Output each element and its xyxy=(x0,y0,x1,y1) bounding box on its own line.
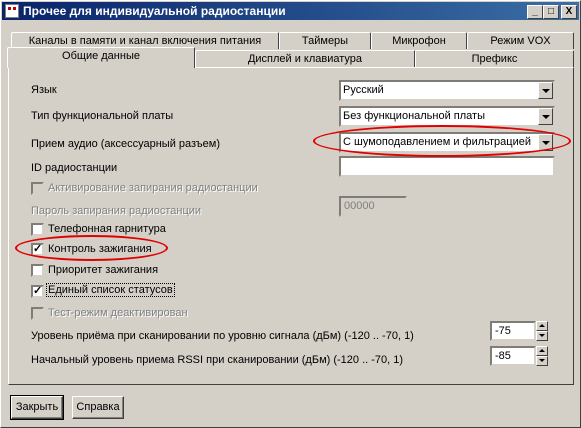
lock-enable-label: Активирование запирания радиостанции xyxy=(48,182,258,194)
ignition-priority-label: Приоритет зажигания xyxy=(48,264,159,276)
test-mode-checkbox[interactable] xyxy=(31,307,44,320)
single-status-list-checkbox[interactable]: ✓ xyxy=(31,285,44,298)
close-dialog-button[interactable]: Закрыть xyxy=(10,395,64,420)
radio-id-input[interactable] xyxy=(339,156,555,177)
help-button[interactable]: Справка xyxy=(72,396,124,419)
spin-up-icon[interactable] xyxy=(536,321,548,331)
phone-headset-label: Телефонная гарнитура xyxy=(48,223,166,235)
audio-rx-label: Прием аудио (аксессуарный разъем) xyxy=(31,138,221,150)
ignition-control-checkbox[interactable]: ✓ xyxy=(31,243,44,256)
chevron-down-icon[interactable] xyxy=(538,134,553,151)
chevron-down-icon[interactable] xyxy=(538,82,553,99)
spin-up-icon[interactable] xyxy=(536,346,548,356)
chevron-down-icon[interactable] xyxy=(538,108,553,125)
lock-enable-checkbox[interactable] xyxy=(31,182,44,195)
language-label: Язык xyxy=(31,84,57,96)
lock-password-label: Пароль запирания радиостанции xyxy=(31,205,202,217)
ignition-control-label: Контроль зажигания xyxy=(48,243,152,255)
scan-level-input[interactable]: -75 xyxy=(490,321,536,341)
test-mode-label: Тест-режим деактивирован xyxy=(48,307,188,319)
radio-id-label: ID радиостанции xyxy=(31,162,118,174)
board-type-label: Тип функциональной платы xyxy=(31,110,174,122)
language-select[interactable]: Русский xyxy=(339,80,555,101)
scan-level-label: Уровень приёма при сканировании по уровн… xyxy=(31,330,414,342)
phone-headset-checkbox[interactable] xyxy=(31,223,44,236)
spin-down-icon[interactable] xyxy=(536,331,548,341)
audio-rx-select[interactable]: С шумоподавлением и фильтрацией xyxy=(339,132,555,153)
rssi-level-label: Начальный уровень приема RSSI при сканир… xyxy=(31,354,404,366)
spin-down-icon[interactable] xyxy=(536,356,548,366)
board-type-select[interactable]: Без функциональной платы xyxy=(339,106,555,127)
lock-password-input[interactable]: 00000 xyxy=(339,196,407,217)
rssi-level-input[interactable]: -85 xyxy=(490,346,536,366)
ignition-priority-checkbox[interactable] xyxy=(31,264,44,277)
single-status-list-label: Единый список статусов xyxy=(46,283,175,297)
dialog-window: Прочее для индивидуальной радиостанции _… xyxy=(0,0,581,428)
